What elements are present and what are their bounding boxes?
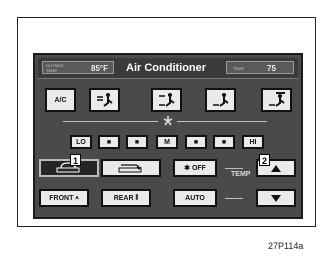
auto-button[interactable]: AUTO (173, 189, 217, 207)
front-defrost-label: FRONT (49, 194, 74, 202)
fan-off-label: OFF (191, 164, 206, 172)
fresh-air-icon (118, 164, 142, 173)
fan-speed-6-button[interactable]: ■ (213, 135, 235, 149)
ac-button[interactable]: A/C (45, 88, 76, 112)
ac-screen: OUTSIDE TEMP 85°F Air Conditioner TEMP 7… (33, 53, 303, 219)
set-temp-box: TEMP 75 (226, 61, 294, 74)
rear-defrost-icon: ⫼ (135, 194, 139, 201)
fan-speed-hi-button[interactable]: HI (242, 135, 264, 149)
fan-off-icon: ✱ (184, 165, 190, 172)
fan-icon (163, 116, 173, 126)
page-title: Air Conditioner (126, 62, 207, 74)
front-defrost-button[interactable]: FRONT ⩚ (39, 189, 89, 207)
recirculate-button[interactable] (39, 159, 99, 177)
fan-off-button[interactable]: ✱ OFF (173, 159, 217, 177)
feet-vent-icon (212, 93, 229, 107)
outside-temp-caption: OUTSIDE TEMP (46, 63, 64, 73)
mode-bilevel-button[interactable] (151, 88, 182, 112)
set-temp-caption: TEMP (233, 66, 245, 71)
callout-2: 2 (259, 154, 270, 166)
face-vent-icon (96, 93, 113, 107)
figure-code: 27P114a (268, 241, 304, 251)
fan-speed-lo-button[interactable]: LO (70, 135, 92, 149)
triangle-up-icon (271, 164, 281, 172)
front-defrost-icon: ⩚ (75, 194, 79, 201)
temp-bracket-bottom (225, 198, 243, 199)
fan-speed-3-button[interactable]: ■ (126, 135, 148, 149)
temp-bracket-top (225, 168, 243, 169)
rear-defrost-button[interactable]: REAR ⫼ (101, 189, 151, 207)
set-temp-value: 75 (267, 64, 276, 73)
temp-down-button[interactable] (256, 189, 296, 207)
bilevel-vent-icon (158, 93, 175, 107)
mode-feet-button[interactable] (205, 88, 236, 112)
temp-label: TEMP (231, 171, 251, 178)
feet-defrost-icon (268, 92, 285, 107)
outside-temp-box: OUTSIDE TEMP 85°F (42, 61, 114, 74)
fresh-air-button[interactable] (101, 159, 161, 177)
triangle-down-icon (271, 194, 281, 202)
outside-temp-value: 85°F (91, 64, 108, 73)
fan-divider-right (177, 121, 267, 122)
rear-defrost-label: REAR (113, 194, 134, 202)
fan-speed-m-button[interactable]: M (156, 135, 178, 149)
fan-divider-left (63, 121, 158, 122)
fan-speed-5-button[interactable]: ■ (185, 135, 207, 149)
mode-face-button[interactable] (89, 88, 120, 112)
fan-speed-2-button[interactable]: ■ (98, 135, 120, 149)
title-bar: OUTSIDE TEMP 85°F Air Conditioner TEMP 7… (38, 58, 298, 79)
mode-feet-defrost-button[interactable] (261, 88, 292, 112)
callout-1: 1 (70, 154, 81, 166)
